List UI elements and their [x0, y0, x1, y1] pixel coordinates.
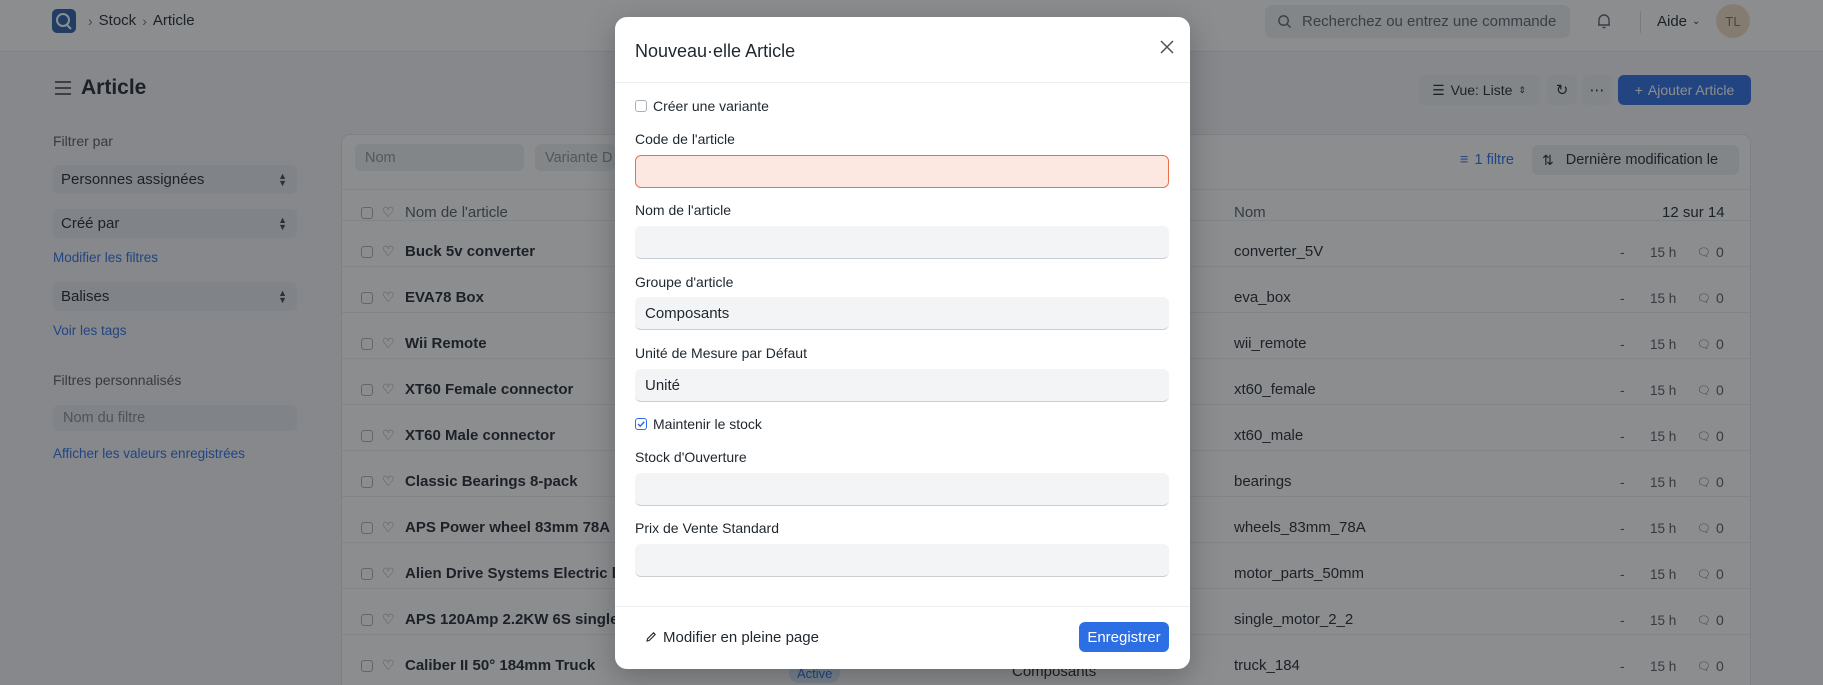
edit-full-page-label: Modifier en pleine page — [663, 628, 819, 646]
checkmark-icon — [637, 421, 645, 428]
close-icon[interactable] — [1155, 35, 1179, 59]
item-code-label: Code de l'article — [635, 131, 735, 147]
selling-price-input[interactable] — [635, 544, 1169, 577]
dialog-title: Nouveau·elle Article — [635, 41, 796, 61]
dialog-footer: Modifier en pleine page Enregistrer — [615, 606, 1190, 669]
edit-full-page-button[interactable]: Modifier en pleine page — [637, 622, 827, 652]
item-group-input[interactable]: Composants — [635, 297, 1169, 330]
uom-label: Unité de Mesure par Défaut — [635, 345, 807, 361]
create-variant-label: Créer une variante — [653, 98, 769, 114]
uom-input[interactable]: Unité — [635, 369, 1169, 402]
item-name-label: Nom de l'article — [635, 202, 732, 218]
item-group-label: Groupe d'article — [635, 274, 734, 290]
pencil-icon — [646, 632, 656, 642]
opening-stock-label: Stock d'Ouverture — [635, 449, 747, 465]
selling-price-label: Prix de Vente Standard — [635, 520, 779, 536]
opening-stock-input[interactable] — [635, 473, 1169, 506]
item-code-input[interactable] — [635, 155, 1169, 188]
new-article-dialog: Nouveau·elle Article Créer une variante … — [615, 17, 1190, 669]
maintain-stock-checkbox[interactable] — [635, 418, 647, 430]
save-button[interactable]: Enregistrer — [1079, 622, 1169, 652]
dialog-header: Nouveau·elle Article — [615, 17, 1190, 83]
create-variant-checkbox[interactable] — [635, 100, 647, 112]
maintain-stock-label: Maintenir le stock — [653, 416, 762, 432]
item-name-input[interactable] — [635, 226, 1169, 259]
